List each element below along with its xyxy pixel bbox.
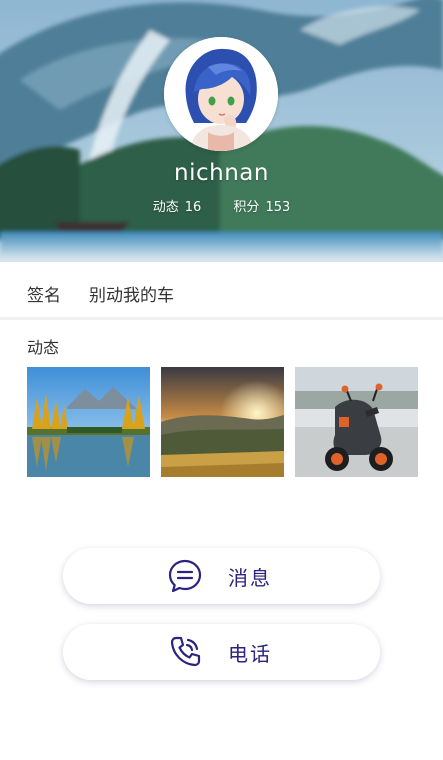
feed-image-autumn-lake[interactable]	[27, 367, 150, 477]
stat-posts[interactable]: 动态 16	[153, 196, 202, 215]
phone-button[interactable]: 电话	[63, 624, 380, 680]
stat-points[interactable]: 积分 153	[233, 196, 290, 215]
electric-scooter-photo	[295, 367, 418, 477]
profile-cover: nichnan 动态 16 积分 153	[0, 0, 443, 262]
signature-value: 别动我的车	[89, 286, 174, 306]
stat-label: 动态	[152, 200, 179, 215]
phone-button-label: 电话	[228, 642, 272, 666]
username: nichnan	[174, 160, 269, 186]
signature-label: 签名	[27, 286, 61, 306]
section-divider	[0, 317, 443, 320]
chat-bubble-icon	[168, 559, 202, 593]
signature-row: 签名 别动我的车	[0, 265, 443, 317]
avatar[interactable]	[164, 37, 278, 151]
feed-image-mountain-sunset[interactable]	[161, 367, 284, 477]
anime-avatar-image	[164, 37, 278, 151]
message-button-label: 消息	[228, 566, 272, 590]
message-button[interactable]: 消息	[63, 548, 380, 604]
stat-value: 16	[184, 200, 202, 215]
autumn-lake-photo	[27, 367, 150, 477]
profile-stats: 动态 16 积分 153	[0, 196, 443, 215]
phone-ringing-icon	[170, 636, 201, 667]
feed-image-electric-scooter[interactable]	[295, 367, 418, 477]
stat-value: 153	[265, 200, 291, 215]
mountain-sunset-photo	[161, 367, 284, 477]
stat-label: 积分	[233, 200, 260, 215]
feed-title: 动态	[27, 338, 60, 357]
